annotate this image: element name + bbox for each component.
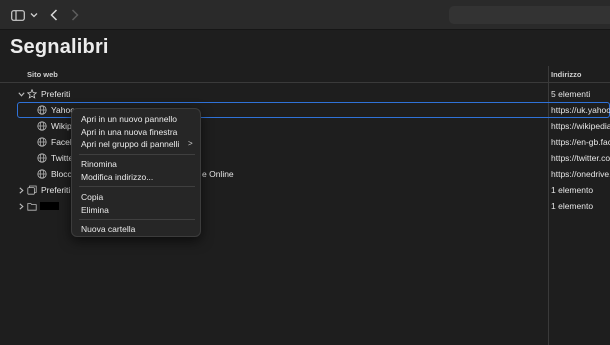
globe-icon [37, 137, 47, 147]
toolbar [0, 0, 610, 30]
menu-separator [79, 219, 195, 220]
row-address: https://twitter.co [551, 153, 610, 163]
column-site[interactable]: Sito web [27, 70, 58, 79]
row-name: Preferiti [41, 89, 71, 99]
menu-item-copy[interactable]: Copia [81, 192, 103, 202]
row-address: 1 elemento [551, 185, 594, 195]
row-name: Wikip [51, 121, 72, 131]
globe-icon [37, 153, 47, 163]
row-address: https://wikipedia [551, 121, 610, 131]
row-address: https://uk.yahoo. [551, 105, 610, 115]
menu-item-delete[interactable]: Elimina [81, 205, 109, 215]
column-header: Sito web Indirizzo [0, 66, 610, 83]
page-title: Segnalibri [10, 36, 109, 58]
row-name: Preferiti [41, 185, 71, 195]
row-address: https://onedrive.l [551, 169, 610, 179]
menu-item-rename[interactable]: Rinomina [81, 159, 117, 169]
menu-separator [79, 154, 195, 155]
globe-icon [37, 169, 47, 179]
chevron-down-icon[interactable] [17, 89, 25, 99]
globe-icon [37, 105, 47, 115]
menu-item-open-in-tab-group[interactable]: Apri nel gruppo di pannelli [81, 139, 179, 149]
menu-separator [79, 186, 195, 187]
redacted-name [40, 202, 59, 210]
bookmark-folder-row[interactable]: Preferiti 5 elementi [0, 86, 610, 102]
chevron-right-icon: > [188, 139, 193, 148]
row-address: 5 elementi [551, 89, 591, 99]
row-address: 1 elemento [551, 201, 594, 211]
menu-item-open-new-window[interactable]: Apri in una nuova finestra [81, 127, 177, 137]
tab-group-icon [27, 185, 37, 195]
row-name: Blocc [51, 169, 72, 179]
globe-icon [37, 121, 47, 131]
chevron-down-icon[interactable] [30, 7, 38, 23]
back-chevron-icon[interactable] [49, 7, 59, 23]
menu-item-edit-address[interactable]: Modifica indirizzo... [81, 172, 153, 182]
star-icon [27, 89, 37, 99]
row-name-tail: e Online [202, 169, 234, 179]
chevron-right-icon[interactable] [17, 185, 25, 195]
forward-chevron-icon[interactable] [70, 7, 80, 23]
menu-item-new-folder[interactable]: Nuova cartella [81, 224, 135, 234]
menu-item-open-new-tab[interactable]: Apri in un nuovo pannello [81, 114, 177, 124]
chevron-right-icon[interactable] [17, 201, 25, 211]
sidebar-icon[interactable] [11, 7, 25, 23]
row-name: Twitte [51, 153, 74, 163]
column-address[interactable]: Indirizzo [551, 70, 581, 79]
folder-icon [27, 201, 37, 211]
context-menu: Apri in un nuovo pannello Apri in una nu… [71, 108, 201, 237]
row-address: https://en-gb.fac [551, 137, 610, 147]
address-bar[interactable] [449, 6, 610, 24]
